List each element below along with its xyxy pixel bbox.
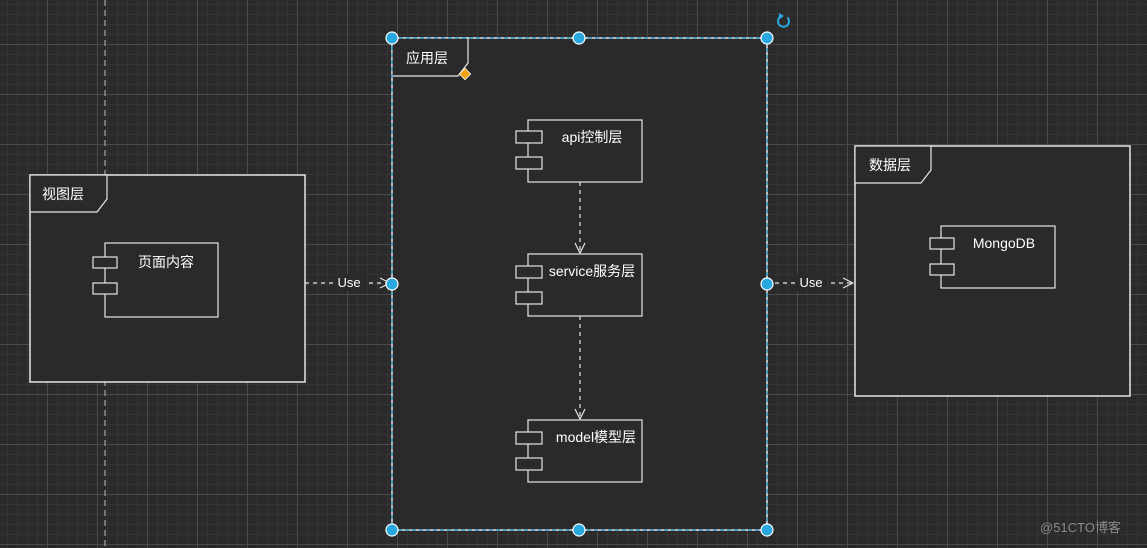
- rotate-icon[interactable]: [777, 13, 790, 28]
- component-service-label: service服务层: [549, 263, 635, 279]
- resize-handle-top-left[interactable]: [385, 31, 399, 45]
- component-mongodb-label: MongoDB: [973, 235, 1035, 251]
- component-port-icon: [515, 130, 543, 144]
- component-page-content[interactable]: 页面内容: [92, 242, 219, 318]
- package-data-title: 数据层: [869, 157, 911, 173]
- connector-app-to-data-label: Use: [799, 275, 822, 290]
- package-view-title: 视图层: [42, 186, 84, 202]
- component-port-icon: [515, 431, 543, 445]
- resize-handle-left[interactable]: [385, 277, 399, 291]
- component-port-icon: [92, 256, 118, 269]
- package-app-title: 应用层: [406, 50, 448, 66]
- connector-view-to-app[interactable]: Use: [305, 274, 390, 291]
- resize-handle-top-right[interactable]: [760, 31, 774, 45]
- component-port-icon: [929, 263, 955, 276]
- component-api-control[interactable]: api控制层: [515, 119, 643, 183]
- component-api-control-label: api控制层: [562, 129, 623, 145]
- resize-handle-top[interactable]: [572, 31, 586, 45]
- component-mongodb[interactable]: MongoDB: [929, 225, 1056, 289]
- resize-handle-bottom-right[interactable]: [760, 523, 774, 537]
- component-model-label: model模型层: [556, 429, 636, 445]
- component-service[interactable]: service服务层: [515, 253, 643, 317]
- component-model[interactable]: model模型层: [515, 419, 643, 483]
- watermark-text: @51CTO博客: [1040, 520, 1121, 535]
- component-page-content-label: 页面内容: [138, 254, 194, 270]
- component-port-icon: [929, 237, 955, 250]
- component-port-icon: [515, 156, 543, 170]
- component-port-icon: [515, 457, 543, 471]
- resize-handle-bottom-left[interactable]: [385, 523, 399, 537]
- component-port-icon: [515, 291, 543, 305]
- component-port-icon: [92, 282, 118, 295]
- resize-handle-bottom[interactable]: [572, 523, 586, 537]
- component-port-icon: [515, 265, 543, 279]
- resize-handle-right[interactable]: [760, 277, 774, 291]
- connector-app-to-data[interactable]: Use: [767, 274, 853, 291]
- diagram-canvas[interactable]: 视图层 页面内容 数据层 MongoDB 应用层 api控制层 service服…: [0, 0, 1147, 548]
- connector-view-to-app-label: Use: [337, 275, 360, 290]
